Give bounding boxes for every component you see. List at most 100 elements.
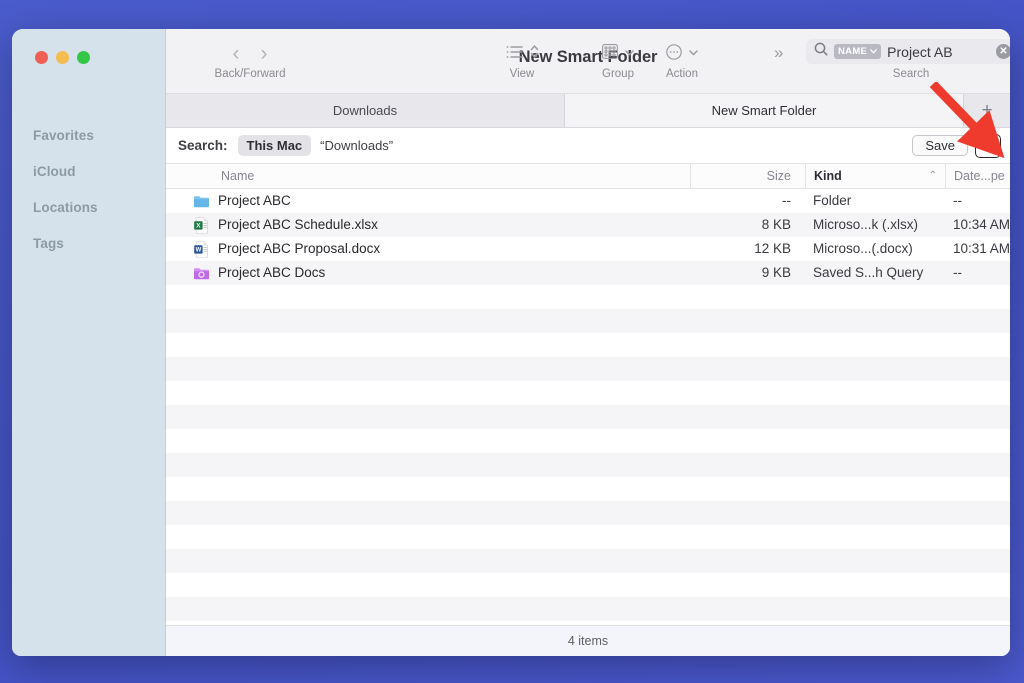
empty-row <box>166 621 1010 625</box>
file-size-cell: 12 KB <box>690 237 805 261</box>
column-header-size[interactable]: Size <box>690 164 805 188</box>
empty-row <box>166 525 1010 549</box>
file-kind-cell: Folder <box>805 189 945 213</box>
search-scope-label: Search: <box>178 138 228 153</box>
status-bar: 4 items <box>166 625 1010 656</box>
search-token-label: NAME <box>838 46 867 57</box>
empty-row <box>166 405 1010 429</box>
empty-row <box>166 309 1010 333</box>
empty-rows <box>166 285 1010 625</box>
empty-row <box>166 381 1010 405</box>
group-button[interactable]: Group <box>586 38 650 80</box>
table-row[interactable]: Project ABC Docs 9 KB Saved S...h Query … <box>166 261 1010 285</box>
close-button[interactable] <box>35 51 48 64</box>
chevron-down-icon[interactable] <box>689 48 698 59</box>
file-size-cell: 9 KB <box>690 261 805 285</box>
sort-updown-icon[interactable] <box>530 44 539 62</box>
column-header-date[interactable]: Date...pe <box>945 164 1010 188</box>
file-kind-cell: Saved S...h Query <box>805 261 945 285</box>
sidebar-section-locations[interactable]: Locations <box>12 190 165 226</box>
add-criteria-button[interactable]: + <box>975 134 1001 158</box>
search-icon <box>814 42 828 61</box>
group-caption: Group <box>586 68 650 80</box>
file-name-label: Project ABC <box>218 189 291 213</box>
file-kind-cell: Microso...(.docx) <box>805 237 945 261</box>
toolbar-overflow-icon[interactable]: » <box>774 43 780 63</box>
file-list[interactable]: Project ABC -- Folder -- X <box>166 189 1010 625</box>
action-ellipsis-circle-icon[interactable] <box>666 44 682 63</box>
column-header-name[interactable]: Name <box>166 164 690 188</box>
tab-bar: Downloads New Smart Folder + <box>166 94 1010 128</box>
column-header-kind-label: Kind <box>814 169 842 183</box>
forward-icon[interactable]: › <box>254 43 275 64</box>
sidebar-section-tags[interactable]: Tags <box>12 226 165 262</box>
empty-row <box>166 573 1010 597</box>
file-date-cell: -- <box>945 261 1010 285</box>
file-name-label: Project ABC Schedule.xlsx <box>218 213 378 237</box>
table-row[interactable]: X Project ABC Schedule.xlsx 8 KB Microso… <box>166 213 1010 237</box>
file-date-cell: -- <box>945 189 1010 213</box>
file-size-cell: 8 KB <box>690 213 805 237</box>
folder-icon <box>193 193 210 210</box>
table-row[interactable]: W Project ABC Proposal.docx 12 KB Micros… <box>166 237 1010 261</box>
svg-text:X: X <box>196 222 201 229</box>
file-name-label: Project ABC Docs <box>218 261 325 285</box>
list-view-icon[interactable] <box>506 45 523 62</box>
empty-row <box>166 357 1010 381</box>
empty-row <box>166 477 1010 501</box>
action-button[interactable]: Action <box>650 38 714 80</box>
column-header-kind[interactable]: Kind ⌃ <box>805 164 945 188</box>
back-icon[interactable]: ‹ <box>226 43 247 64</box>
search-input-value[interactable]: Project AB <box>887 44 990 60</box>
file-name-cell[interactable]: Project ABC Docs <box>166 261 690 285</box>
tab-new-smart-folder[interactable]: New Smart Folder <box>565 94 964 127</box>
group-grid-icon[interactable] <box>602 44 618 62</box>
sidebar-section-favorites[interactable]: Favorites <box>12 118 165 154</box>
search-group: NAME Project AB ✕ Search <box>806 39 1010 80</box>
file-date-cell: 10:34 AM <box>945 213 1010 237</box>
empty-row <box>166 453 1010 477</box>
item-count-label: 4 items <box>568 634 608 648</box>
file-name-cell[interactable]: Project ABC <box>166 189 690 213</box>
minimize-button[interactable] <box>56 51 69 64</box>
tab-downloads[interactable]: Downloads <box>166 94 565 127</box>
file-name-cell[interactable]: W Project ABC Proposal.docx <box>166 237 690 261</box>
toolbar: ‹ › Back/Forward New Smart Folder <box>166 29 1010 94</box>
sidebar: Favorites iCloud Locations Tags <box>12 29 166 656</box>
chevron-down-icon <box>870 49 877 54</box>
clear-search-icon[interactable]: ✕ <box>996 44 1010 59</box>
column-headers: Name Size Kind ⌃ Date...pe <box>166 164 1010 189</box>
navigation-group: ‹ › Back/Forward <box>195 38 305 80</box>
view-group[interactable]: View <box>488 38 556 80</box>
empty-row <box>166 429 1010 453</box>
scope-chip-this-mac[interactable]: This Mac <box>238 135 312 156</box>
empty-row <box>166 501 1010 525</box>
search-scope-token[interactable]: NAME <box>834 44 881 59</box>
scope-chip-downloads[interactable]: “Downloads” <box>311 135 402 156</box>
search-scope-bar: Search: This Mac “Downloads” Save + <box>166 128 1010 164</box>
svg-text:W: W <box>196 247 202 253</box>
zoom-button[interactable] <box>77 51 90 64</box>
file-size-cell: -- <box>690 189 805 213</box>
chevron-down-icon[interactable] <box>625 48 634 59</box>
empty-row <box>166 597 1010 621</box>
table-row[interactable]: Project ABC -- Folder -- <box>166 189 1010 213</box>
new-tab-button[interactable]: + <box>964 94 1010 127</box>
file-name-cell[interactable]: X Project ABC Schedule.xlsx <box>166 213 690 237</box>
action-caption: Action <box>650 68 714 80</box>
empty-row <box>166 549 1010 573</box>
empty-row <box>166 285 1010 309</box>
word-file-icon: W <box>193 241 210 258</box>
main-pane: ‹ › Back/Forward New Smart Folder <box>166 29 1010 656</box>
search-field[interactable]: NAME Project AB ✕ <box>806 39 1010 64</box>
desktop-background: Favorites iCloud Locations Tags ‹ › Back… <box>0 0 1024 683</box>
sidebar-sections: Favorites iCloud Locations Tags <box>12 118 165 262</box>
smart-folder-icon <box>193 265 210 282</box>
save-button[interactable]: Save <box>912 135 968 156</box>
search-caption: Search <box>806 68 1010 80</box>
sort-ascending-icon: ⌃ <box>929 164 937 188</box>
sidebar-section-icloud[interactable]: iCloud <box>12 154 165 190</box>
window-controls <box>35 51 90 64</box>
file-name-label: Project ABC Proposal.docx <box>218 237 380 261</box>
finder-window: Favorites iCloud Locations Tags ‹ › Back… <box>12 29 1010 656</box>
